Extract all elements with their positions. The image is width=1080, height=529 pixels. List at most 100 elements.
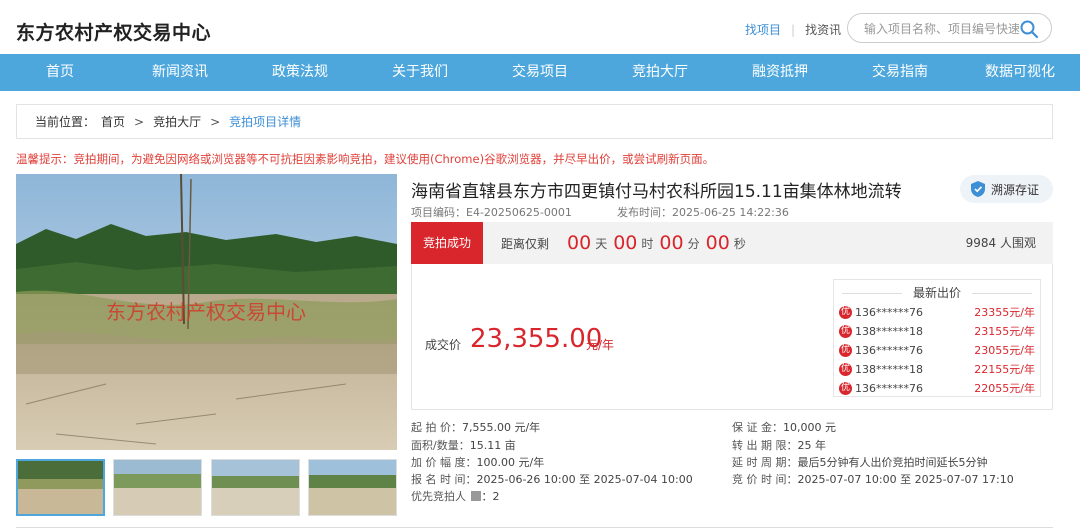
bid-increment: 加 价 幅 度：100.00 元/年 [411,454,544,470]
bid-row: 优 136******76 23355元/年 [839,303,1035,321]
signup-time: 报 名 时 间：2025-06-26 10:00 至 2025-07-04 10… [411,471,693,487]
latest-bids: 最新出价 优 136******76 23355元/年 优 138******1… [833,279,1041,397]
bid-amount: 23055元/年 [974,344,1035,357]
auction-time: 竞 价 时 间：2025-07-07 10:00 至 2025-07-07 17… [732,471,1014,487]
bid-amount: 22055元/年 [974,382,1035,395]
transfer-term: 转 出 期 限：25 年 [732,437,826,453]
nav-policy[interactable]: 政策法规 [240,54,360,91]
breadcrumb-auction-hall[interactable]: 竞拍大厅 [153,113,201,130]
area-value: 15.11 亩 [469,439,516,452]
shield-icon [971,181,985,197]
area: 面积/数量：15.11 亩 [411,437,516,453]
priority-bidders: 优先竞拍人 ：2 [411,488,500,504]
site-header: 东方农村产权交易中心 找项目 | 找资讯 [0,0,1080,54]
minutes-unit: 分 [687,236,700,251]
countdown-minutes: 00 [659,232,684,254]
start-price-key: 起 拍 价： [411,421,462,434]
breadcrumb-prefix: 当前位置： [35,115,96,129]
priority-value: ：2 [481,490,500,503]
countdown-hours: 00 [613,232,638,254]
breadcrumb-separator: > [134,114,145,129]
nav-news[interactable]: 新闻资讯 [120,54,240,91]
bid-row: 优 138******18 23155元/年 [839,322,1035,340]
info-icon[interactable] [470,491,481,501]
latest-bids-title: 最新出价 [834,284,1040,301]
find-project-link[interactable]: 找项目 [745,21,781,38]
site-logo[interactable]: 东方农村产权交易中心 [16,18,211,45]
publish-time: 发布时间：2025-06-25 14:22:36 [617,206,789,219]
deal-price-label: 成交价 [425,338,462,352]
bidder: 136******76 [855,343,923,357]
breadcrumb-home[interactable]: 首页 [101,113,125,130]
days-unit: 天 [595,236,608,251]
find-news-link[interactable]: 找资讯 [805,21,841,38]
start-price-value: 7,555.00 元/年 [462,421,541,434]
main-photo[interactable]: 东方农村产权交易中心 [16,174,397,450]
nav-financing[interactable]: 融资抵押 [720,54,840,91]
nav-auction-hall[interactable]: 竞拍大厅 [600,54,720,91]
thumbnail[interactable] [210,459,300,516]
thumbnail-strip [16,459,397,516]
thumbnail[interactable] [16,459,105,516]
nav-projects[interactable]: 交易项目 [480,54,600,91]
nav-home[interactable]: 首页 [0,54,120,91]
bidder: 138******18 [855,324,923,338]
bidder: 136******76 [855,305,923,319]
delay-value: 最后5分钟有人出价竞拍时间延长5分钟 [797,456,988,469]
auction-time-key: 竞 价 时 间： [732,473,798,486]
breadcrumb-current: 竞拍项目详情 [229,115,302,129]
breadcrumb: 当前位置： 首页 > 竞拍大厅 > 竞拍项目详情 [16,104,1053,139]
signup-key: 报 名 时 间： [411,473,477,486]
link-divider: | [791,22,796,37]
countdown-label: 距离仅剩 [501,236,550,251]
priority-badge-icon: 优 [839,362,852,376]
search-icon[interactable] [1019,19,1039,39]
divider [16,527,1053,528]
auction-time-value: 2025-07-07 10:00 至 2025-07-07 17:10 [797,473,1014,486]
seconds-unit: 秒 [733,236,746,251]
deal-price: 23,355.00 [470,324,603,354]
increment-key: 加 价 幅 度： [411,456,477,469]
area-key: 面积/数量： [411,439,470,452]
priority-key: 优先竞拍人 [411,490,466,503]
bid-amount: 22155元/年 [974,363,1035,376]
hours-unit: 时 [641,236,654,251]
search-input[interactable] [864,20,1019,38]
priority-badge-icon: 优 [839,343,852,357]
delay-period: 延 时 周 期：最后5分钟有人出价竞拍时间延长5分钟 [732,454,988,470]
term-key: 转 出 期 限： [732,439,798,452]
bid-row: 优 136******76 23055元/年 [839,341,1035,359]
deal-price-unit: 元/年 [586,338,615,352]
bid-row: 优 138******18 22155元/年 [839,360,1035,378]
thumbnail[interactable] [307,459,397,516]
breadcrumb-separator: > [210,114,221,129]
trace-label: 溯源存证 [991,182,1040,197]
browser-tip: 温馨提示：竞拍期间，为避免因网络或浏览器等不可抗拒因素影响竞拍，建议使用(Chr… [16,152,715,166]
nav-data-viz[interactable]: 数据可视化 [960,54,1080,91]
start-price: 起 拍 价：7,555.00 元/年 [411,419,540,435]
trace-certificate-button[interactable]: 溯源存证 [960,175,1053,203]
nav-about[interactable]: 关于我们 [360,54,480,91]
bid-amount: 23355元/年 [974,306,1035,319]
bidder: 136******76 [855,381,923,395]
deposit-key: 保 证 金： [732,421,783,434]
increment-value: 100.00 元/年 [476,456,545,469]
countdown-seconds: 00 [705,232,730,254]
delay-key: 延 时 周 期： [732,456,798,469]
signup-value: 2025-06-26 10:00 至 2025-07-04 10:00 [476,473,693,486]
bidder: 138******18 [855,362,923,376]
nav-guide[interactable]: 交易指南 [840,54,960,91]
deposit: 保 证 金：10,000 元 [732,419,836,435]
countdown-days: 00 [567,232,592,254]
term-value: 25 年 [797,439,827,452]
top-links: 找项目 | 找资讯 [745,21,841,38]
main-nav: 首页 新闻资讯 政策法规 关于我们 交易项目 竞拍大厅 融资抵押 交易指南 数据… [0,54,1080,91]
priority-badge-icon: 优 [839,305,852,319]
deposit-value: 10,000 元 [783,421,836,434]
search-box [847,13,1052,43]
thumbnail[interactable] [113,459,203,516]
priority-badge-icon: 优 [839,381,852,395]
bid-row: 优 136******76 22055元/年 [839,379,1035,397]
bid-amount: 23155元/年 [974,325,1035,338]
priority-badge-icon: 优 [839,324,852,338]
